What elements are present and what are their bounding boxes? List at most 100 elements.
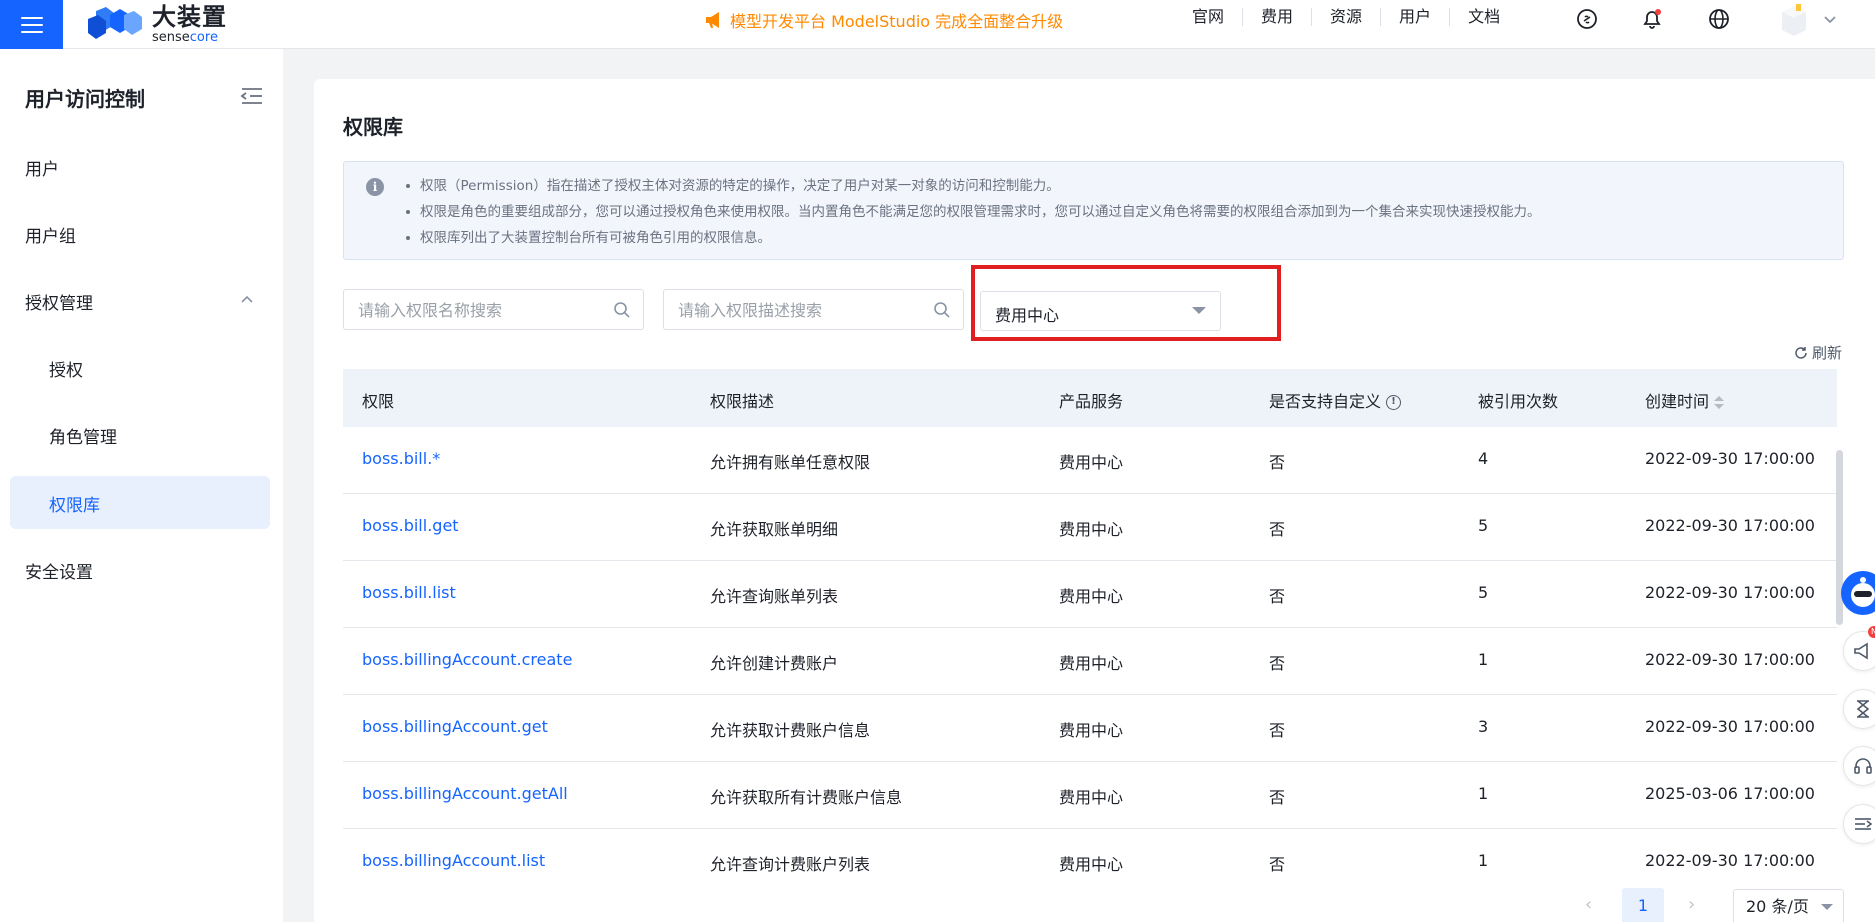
permission-description: 允许查询计费账户列表 xyxy=(710,855,871,874)
bell-icon[interactable] xyxy=(1641,8,1663,30)
custom-supported: 否 xyxy=(1269,587,1286,606)
history-tool[interactable] xyxy=(1843,689,1875,729)
page-size-value: 20 条/页 xyxy=(1746,897,1809,916)
created-time: 2025-03-06 17:00:00 xyxy=(1645,784,1815,803)
table-header: 权限 权限描述 产品服务 是否支持自定义! 被引用次数 创建时间 xyxy=(343,369,1837,427)
custom-supported: 否 xyxy=(1269,788,1286,807)
next-page-icon[interactable]: › xyxy=(1688,894,1695,915)
sidebar-item-user-groups[interactable]: 用户组 xyxy=(25,222,76,247)
support-tool[interactable] xyxy=(1843,746,1875,786)
collapse-right-icon xyxy=(1855,818,1873,830)
refresh-button[interactable]: 刷新 xyxy=(1794,342,1842,363)
nav-users[interactable]: 用户 xyxy=(1381,8,1451,26)
permission-name-search-input[interactable] xyxy=(358,299,598,321)
highlight-box xyxy=(971,265,1281,341)
column-header-description: 权限描述 xyxy=(710,392,775,411)
permission-link[interactable]: boss.billingAccount.getAll xyxy=(362,784,568,803)
announcement-text: 模型开发平台 ModelStudio 完成全面整合升级 xyxy=(730,12,1064,31)
globe-icon[interactable] xyxy=(1708,8,1730,30)
refresh-label: 刷新 xyxy=(1812,344,1843,362)
reference-count: 3 xyxy=(1478,717,1489,736)
sidebar-item-security-settings[interactable]: 安全设置 xyxy=(25,558,93,583)
search-icon[interactable] xyxy=(613,301,631,319)
announcement-tool[interactable]: N xyxy=(1843,626,1875,671)
sidebar-item-users[interactable]: 用户 xyxy=(25,155,59,180)
info-line: 权限（Permission）指在描述了授权主体对资源的特定的操作，决定了用户对某… xyxy=(404,173,1541,199)
permission-link[interactable]: boss.bill.get xyxy=(362,516,459,535)
page-size-select[interactable]: 20 条/页 xyxy=(1733,889,1844,922)
page-title: 权限库 xyxy=(343,115,403,139)
hourglass-icon xyxy=(1856,700,1870,718)
permission-link[interactable]: boss.bill.* xyxy=(362,449,440,468)
created-time: 2022-09-30 17:00:00 xyxy=(1645,717,1815,736)
chevron-up-icon[interactable] xyxy=(240,294,254,304)
logo-text-en: sensecore xyxy=(152,29,218,45)
info-notice: i 权限（Permission）指在描述了授权主体对资源的特定的操作，决定了用户… xyxy=(343,161,1844,260)
sidebar-title: 用户访问控制 xyxy=(25,87,145,111)
sort-icon[interactable] xyxy=(1714,395,1725,411)
reference-count: 1 xyxy=(1478,851,1489,870)
product-service: 费用中心 xyxy=(1059,520,1124,539)
permission-description-search[interactable] xyxy=(663,289,964,330)
product-service: 费用中心 xyxy=(1059,721,1124,740)
sidebar: 用户访问控制 用户 用户组 授权管理 授权 角色管理 权限库 安全设置 xyxy=(0,49,283,922)
created-time: 2022-09-30 17:00:00 xyxy=(1645,516,1815,535)
caret-down-icon xyxy=(1821,904,1833,910)
assistant-bot-button[interactable] xyxy=(1841,571,1875,615)
previous-page-icon[interactable]: ‹ xyxy=(1585,894,1592,915)
permission-link[interactable]: boss.billingAccount.list xyxy=(362,851,545,870)
chevron-down-icon[interactable] xyxy=(1823,12,1837,26)
column-header-reference-count: 被引用次数 xyxy=(1478,392,1559,411)
sidebar-item-role-management[interactable]: 角色管理 xyxy=(49,423,117,448)
megaphone-icon xyxy=(706,12,719,28)
nav-resources[interactable]: 资源 xyxy=(1312,8,1382,26)
top-navigation: 官网 费用 资源 用户 文档 xyxy=(1188,8,1518,26)
permission-description-search-input[interactable] xyxy=(678,299,918,321)
nav-docs[interactable]: 文档 xyxy=(1450,8,1518,26)
permission-description: 允许获取计费账户信息 xyxy=(710,721,871,740)
info-icon: i xyxy=(366,178,384,196)
sidebar-item-authorization-management[interactable]: 授权管理 xyxy=(25,289,93,314)
product-service: 费用中心 xyxy=(1059,855,1124,874)
reference-count: 5 xyxy=(1478,516,1489,535)
table-row: boss.billingAccount.list 允许查询计费账户列表 费用中心… xyxy=(343,829,1837,896)
current-page-button[interactable]: 1 xyxy=(1622,888,1664,922)
sidebar-item-permission-library[interactable]: 权限库 xyxy=(10,476,270,529)
table-row: boss.bill.list 允许查询账单列表 费用中心 否 5 2022-09… xyxy=(343,561,1837,628)
collapse-tools[interactable] xyxy=(1843,804,1875,844)
table-row: boss.bill.get 允许获取账单明细 费用中心 否 5 2022-09-… xyxy=(343,494,1837,561)
top-bar: 大装置 sensecore 模型开发平台 ModelStudio 完成全面整合升… xyxy=(0,0,1875,49)
created-time: 2022-09-30 17:00:00 xyxy=(1645,583,1815,602)
product-service: 费用中心 xyxy=(1059,788,1124,807)
permission-link[interactable]: boss.billingAccount.create xyxy=(362,650,572,669)
column-header-custom: 是否支持自定义! xyxy=(1269,388,1402,412)
permission-name-search[interactable] xyxy=(343,289,644,330)
custom-supported: 否 xyxy=(1269,453,1286,472)
column-header-created-time[interactable]: 创建时间 xyxy=(1645,388,1725,412)
search-icon[interactable] xyxy=(933,301,951,319)
info-line: 权限是角色的重要组成部分，您可以通过授权角色来使用权限。当内置角色不能满足您的权… xyxy=(404,199,1541,225)
permission-description: 允许拥有账单任意权限 xyxy=(710,453,871,472)
permission-link[interactable]: boss.bill.list xyxy=(362,583,456,602)
hamburger-icon xyxy=(20,16,43,33)
column-header-product: 产品服务 xyxy=(1059,392,1124,411)
nav-official-site[interactable]: 官网 xyxy=(1188,8,1244,26)
brand-logo[interactable]: 大装置 sensecore xyxy=(84,4,227,44)
table-row: boss.bill.* 允许拥有账单任意权限 费用中心 否 4 2022-09-… xyxy=(343,427,1837,494)
table-row: boss.billingAccount.getAll 允许获取所有计费账户信息 … xyxy=(343,762,1837,829)
custom-supported: 否 xyxy=(1269,520,1286,539)
hamburger-menu-button[interactable] xyxy=(0,0,63,49)
permission-link[interactable]: boss.billingAccount.get xyxy=(362,717,548,736)
reference-count: 1 xyxy=(1478,650,1489,669)
headset-icon xyxy=(1854,758,1872,774)
link-icon[interactable] xyxy=(1576,8,1598,30)
avatar[interactable] xyxy=(1776,2,1812,40)
sidebar-item-authorization[interactable]: 授权 xyxy=(49,356,83,381)
permission-description: 允许创建计费账户 xyxy=(710,654,839,673)
custom-supported: 否 xyxy=(1269,654,1286,673)
nav-billing[interactable]: 费用 xyxy=(1243,8,1313,26)
announcement-banner[interactable]: 模型开发平台 ModelStudio 完成全面整合升级 xyxy=(704,8,1063,32)
help-icon[interactable]: ! xyxy=(1386,395,1402,410)
collapse-sidebar-icon[interactable] xyxy=(240,86,264,106)
permission-description: 允许获取账单明细 xyxy=(710,520,839,539)
